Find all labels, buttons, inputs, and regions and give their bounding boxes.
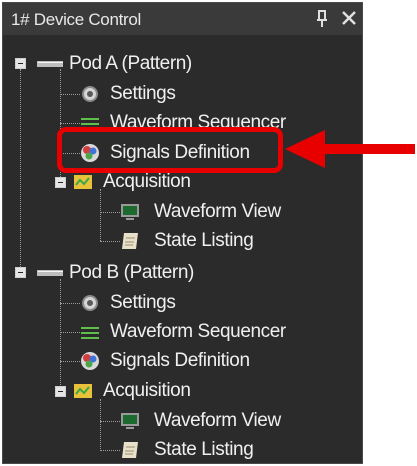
gear-icon [82,295,98,311]
collapse-toggle-pod-b[interactable] [15,267,26,278]
collapse-toggle-pod-a[interactable] [15,58,26,69]
collapse-toggle-pod-a-acquisition[interactable] [55,177,66,188]
tree-item-label: State Listing [154,439,254,460]
tree-item-label: State Listing [154,230,254,251]
tree-line [100,212,120,213]
acquisition-folder-icon [74,175,92,189]
panel-title: 1# Device Control [11,10,142,29]
document-icon [122,233,138,249]
pin-icon[interactable] [315,9,329,29]
panel-titlebar: 1# Device Control [3,3,362,35]
gear-icon [82,86,98,102]
tree-line [60,94,80,95]
highlight-box [57,127,283,173]
tree-line [60,123,80,124]
tree-item-label: Pod B (Pattern) [69,262,194,283]
device-control-panel: 1# Device Control Pod A (Pattern) Settin… [2,2,363,464]
monitor-icon [121,204,139,220]
pod-connector-icon [37,270,63,276]
collapse-toggle-pod-b-acquisition[interactable] [55,386,66,397]
tree-line [100,450,120,451]
tree-line [100,189,101,241]
tree-line [60,303,80,304]
tree-item-label: Signals Definition [110,350,250,371]
document-icon [122,442,138,458]
tree-item-label: Waveform Sequencer [110,321,286,342]
tree-item-label: Waveform View [154,410,281,431]
tree-line [60,361,80,362]
tree-line [20,69,21,273]
tree-line [60,332,80,333]
tree-item-label: Acquisition [103,171,191,192]
acquisition-folder-icon [74,384,92,398]
tree-item-label: Settings [110,83,176,104]
tree-line [60,279,61,395]
tree-line [100,421,120,422]
tree-item-label: Settings [110,292,176,313]
tree-line [100,399,101,451]
pod-connector-icon [37,61,63,67]
tree-item-label: Acquisition [103,380,191,401]
close-icon[interactable] [341,10,357,26]
monitor-icon [121,413,139,429]
tree-item-label: Waveform View [154,201,281,222]
signals-globe-icon [81,352,99,370]
sequencer-lines-icon [81,327,99,339]
tree-line [100,241,120,242]
tree-item-label: Pod A (Pattern) [69,53,192,74]
red-arrow-icon [285,130,415,168]
